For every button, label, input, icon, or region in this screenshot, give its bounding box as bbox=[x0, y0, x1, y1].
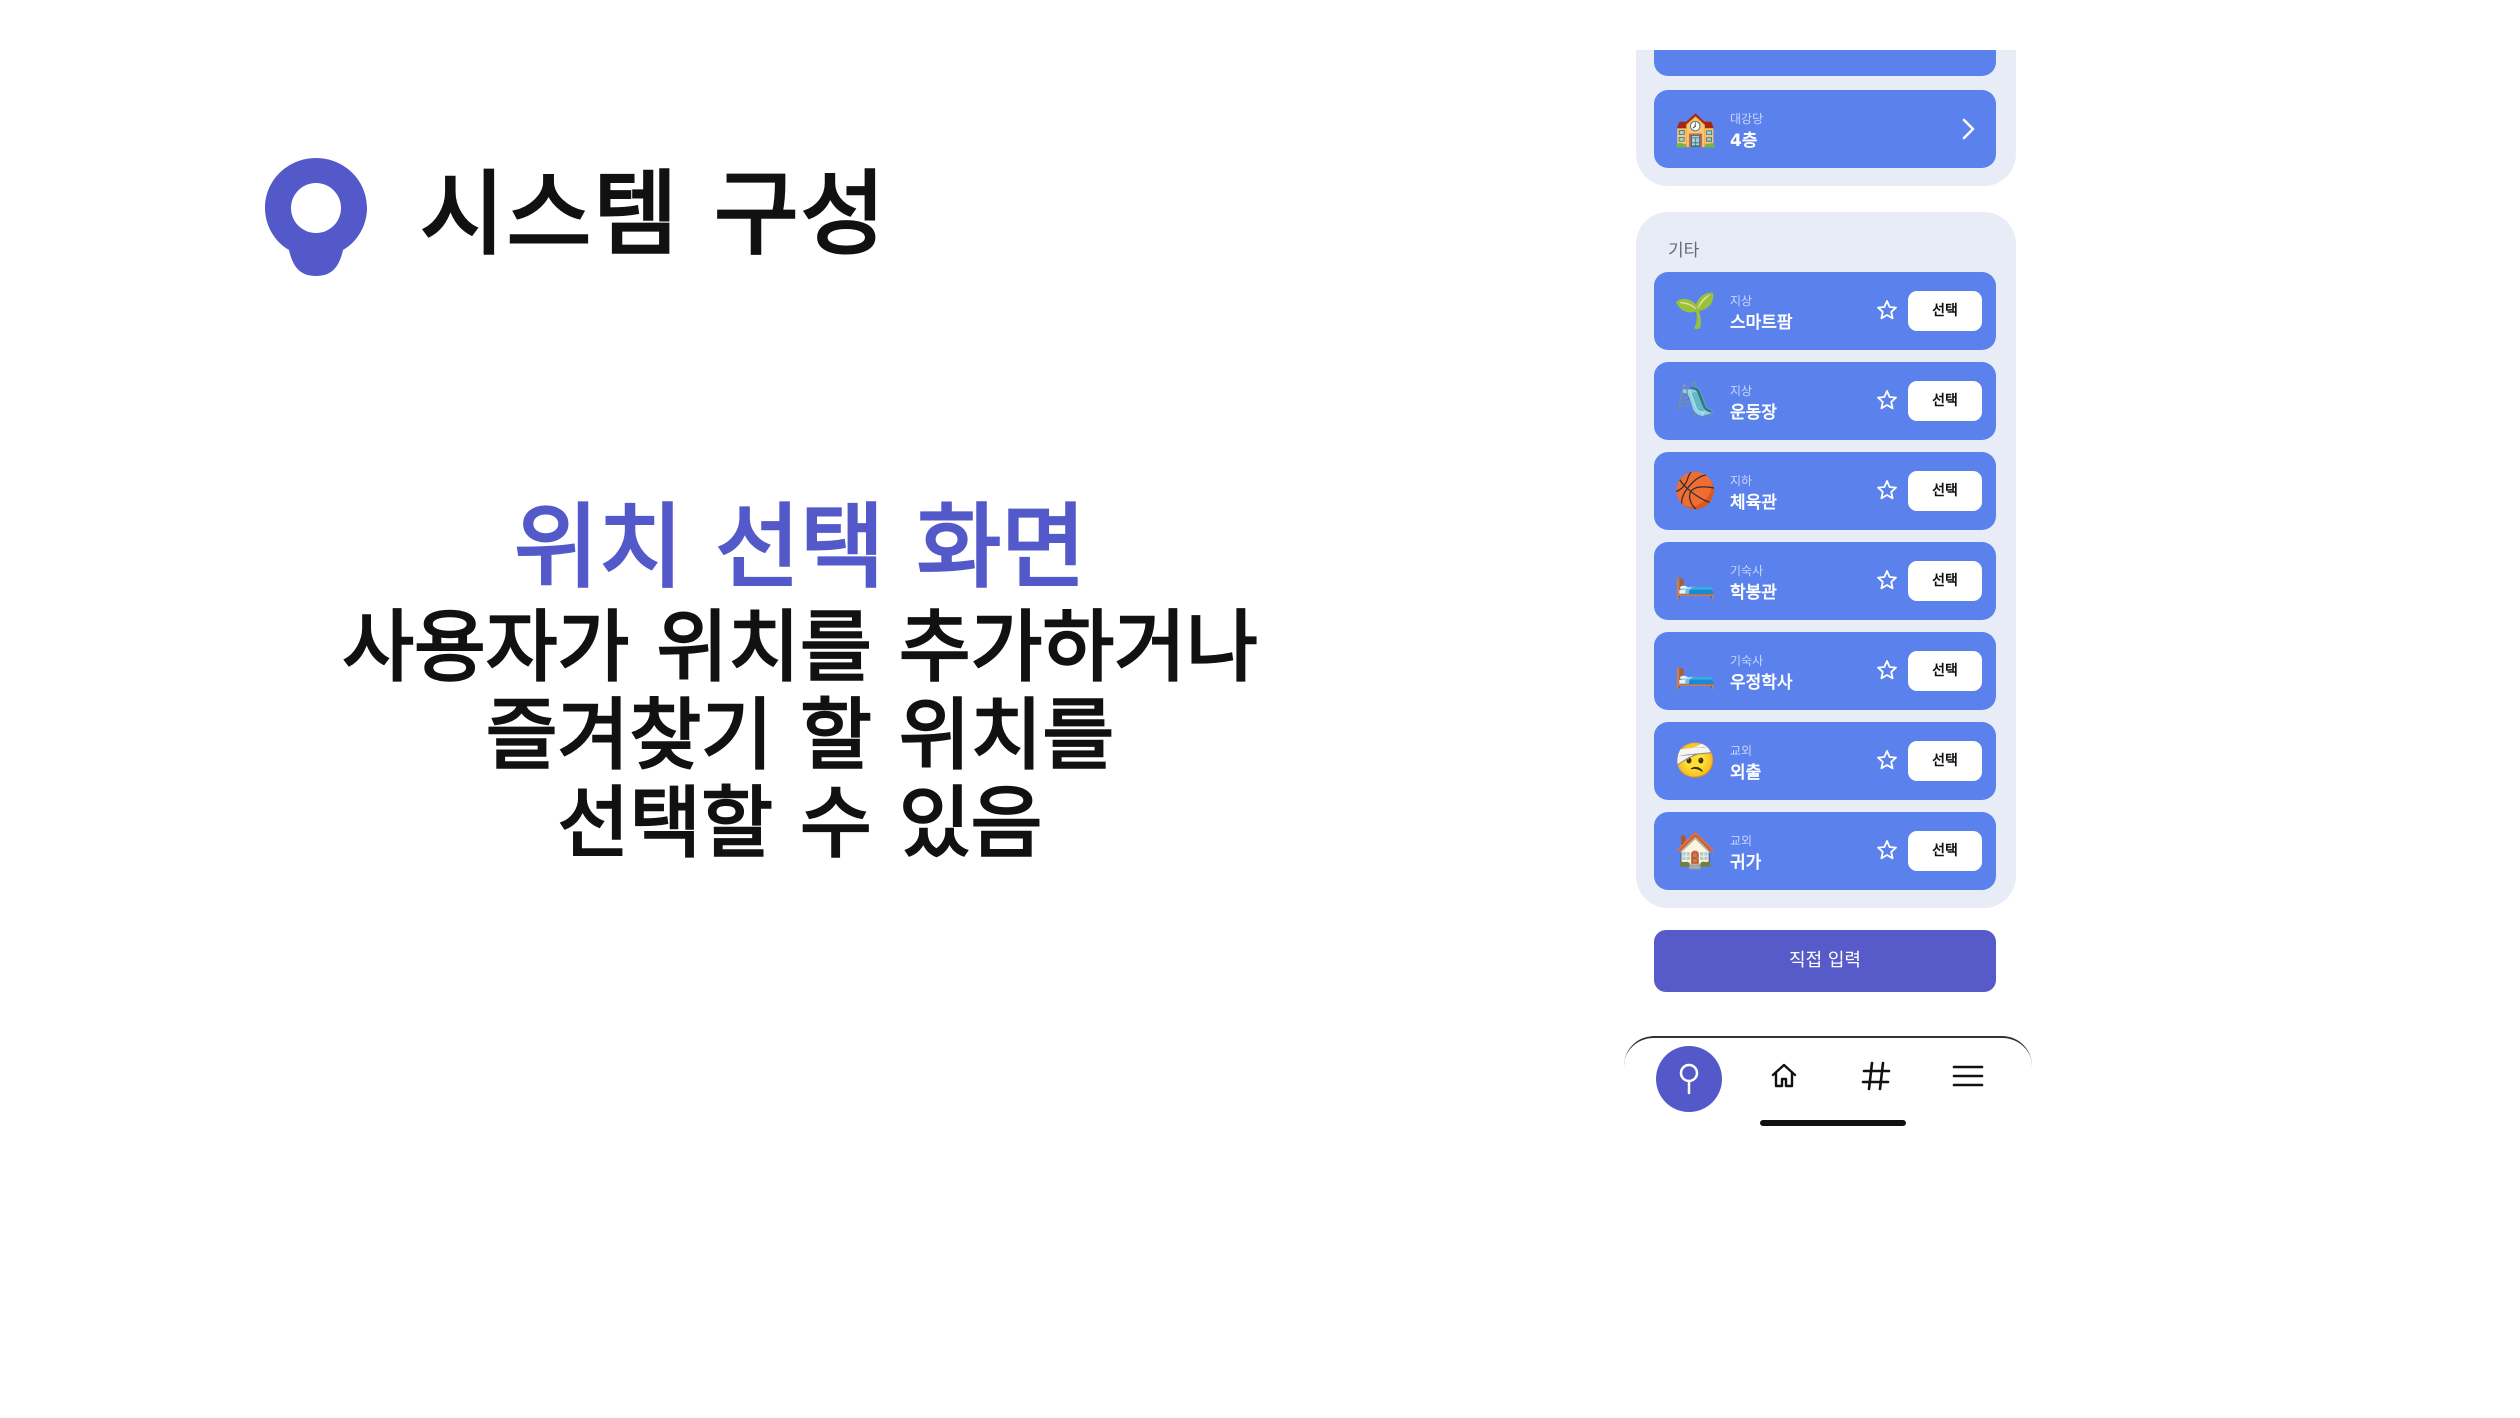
location-card[interactable]: 🛏️ 기숙사 학봉관 선택 bbox=[1654, 542, 1996, 620]
location-name: 스마트팜 bbox=[1730, 313, 1793, 333]
location-name: 4층 bbox=[1730, 131, 1758, 151]
location-name: 체육관 bbox=[1730, 493, 1777, 513]
description-block: 위치 선택 화면 사용자가 위치를 추가하거나 즐겨찾기 할 위치를 선택할 수… bbox=[300, 492, 1300, 868]
bed-icon: 🛏️ bbox=[1674, 561, 1717, 601]
location-category: 지상 bbox=[1730, 384, 1753, 398]
location-pin-icon bbox=[1679, 1063, 1699, 1095]
screen-subtitle: 위치 선택 화면 bbox=[514, 494, 1086, 601]
star-icon[interactable] bbox=[1875, 478, 1899, 502]
location-card[interactable]: 🛝 지상 운동장 선택 bbox=[1654, 362, 1996, 440]
seedling-icon: 🌱 bbox=[1674, 291, 1717, 331]
location-name: 우정학사 bbox=[1730, 673, 1793, 693]
star-icon[interactable] bbox=[1875, 748, 1899, 772]
star-icon[interactable] bbox=[1875, 298, 1899, 322]
star-icon[interactable] bbox=[1875, 838, 1899, 862]
description-line: 사용자가 위치를 추가하거나 bbox=[342, 603, 1258, 693]
star-icon[interactable] bbox=[1875, 388, 1899, 412]
select-button[interactable]: 선택 bbox=[1908, 651, 1982, 691]
playground-slide-icon: 🛝 bbox=[1674, 381, 1717, 421]
select-button[interactable]: 선택 bbox=[1908, 471, 1982, 511]
location-category: 기숙사 bbox=[1730, 654, 1764, 668]
location-pin-icon bbox=[265, 158, 367, 276]
tab-location[interactable] bbox=[1656, 1046, 1722, 1112]
page-title: 시스템 구성 bbox=[420, 161, 888, 268]
star-icon[interactable] bbox=[1875, 658, 1899, 682]
location-card[interactable]: 🏠 교외 귀가 선택 bbox=[1654, 812, 1996, 890]
location-card[interactable]: 🛏️ 기숙사 우정학사 선택 bbox=[1654, 632, 1996, 710]
chevron-right-icon[interactable] bbox=[1956, 114, 1980, 144]
basketball-icon: 🏀 bbox=[1674, 471, 1717, 511]
location-category: 교외 bbox=[1730, 834, 1753, 848]
location-card[interactable]: 🏫 대강당 4층 bbox=[1654, 90, 1996, 168]
location-card[interactable]: 🏀 지하 체육관 선택 bbox=[1654, 452, 1996, 530]
location-category: 지상 bbox=[1730, 294, 1753, 308]
select-button[interactable]: 선택 bbox=[1908, 381, 1982, 421]
location-card[interactable] bbox=[1654, 50, 1996, 76]
description-line: 선택할 수 있음 bbox=[557, 779, 1043, 869]
select-button[interactable]: 선택 bbox=[1908, 561, 1982, 601]
location-category: 교외 bbox=[1730, 744, 1753, 758]
location-name: 외출 bbox=[1730, 763, 1762, 783]
location-name: 학봉관 bbox=[1730, 583, 1777, 603]
location-category: 대강당 bbox=[1730, 112, 1764, 126]
star-icon[interactable] bbox=[1875, 568, 1899, 592]
select-button[interactable]: 선택 bbox=[1908, 291, 1982, 331]
select-button[interactable]: 선택 bbox=[1908, 831, 1982, 871]
location-name: 운동장 bbox=[1730, 403, 1777, 423]
bed-icon: 🛏️ bbox=[1674, 651, 1717, 691]
house-icon: 🏠 bbox=[1674, 831, 1717, 871]
select-button[interactable]: 선택 bbox=[1908, 741, 1982, 781]
school-icon: 🏫 bbox=[1674, 109, 1717, 149]
hashtag-icon[interactable] bbox=[1856, 1056, 1896, 1096]
location-name: 귀가 bbox=[1730, 853, 1762, 873]
location-card[interactable]: 🤕 교외 외출 선택 bbox=[1654, 722, 1996, 800]
home-icon[interactable] bbox=[1764, 1056, 1804, 1096]
home-indicator bbox=[1760, 1120, 1906, 1126]
description-line: 즐겨찾기 할 위치를 bbox=[485, 691, 1115, 781]
location-category: 기숙사 bbox=[1730, 564, 1764, 578]
direct-input-button[interactable]: 직접 입력 bbox=[1654, 930, 1996, 992]
location-card[interactable]: 🌱 지상 스마트팜 선택 bbox=[1654, 272, 1996, 350]
injured-face-icon: 🤕 bbox=[1674, 741, 1717, 781]
section-label: 기타 bbox=[1668, 241, 1700, 261]
location-category: 지하 bbox=[1730, 474, 1753, 488]
menu-icon[interactable] bbox=[1948, 1056, 1988, 1096]
